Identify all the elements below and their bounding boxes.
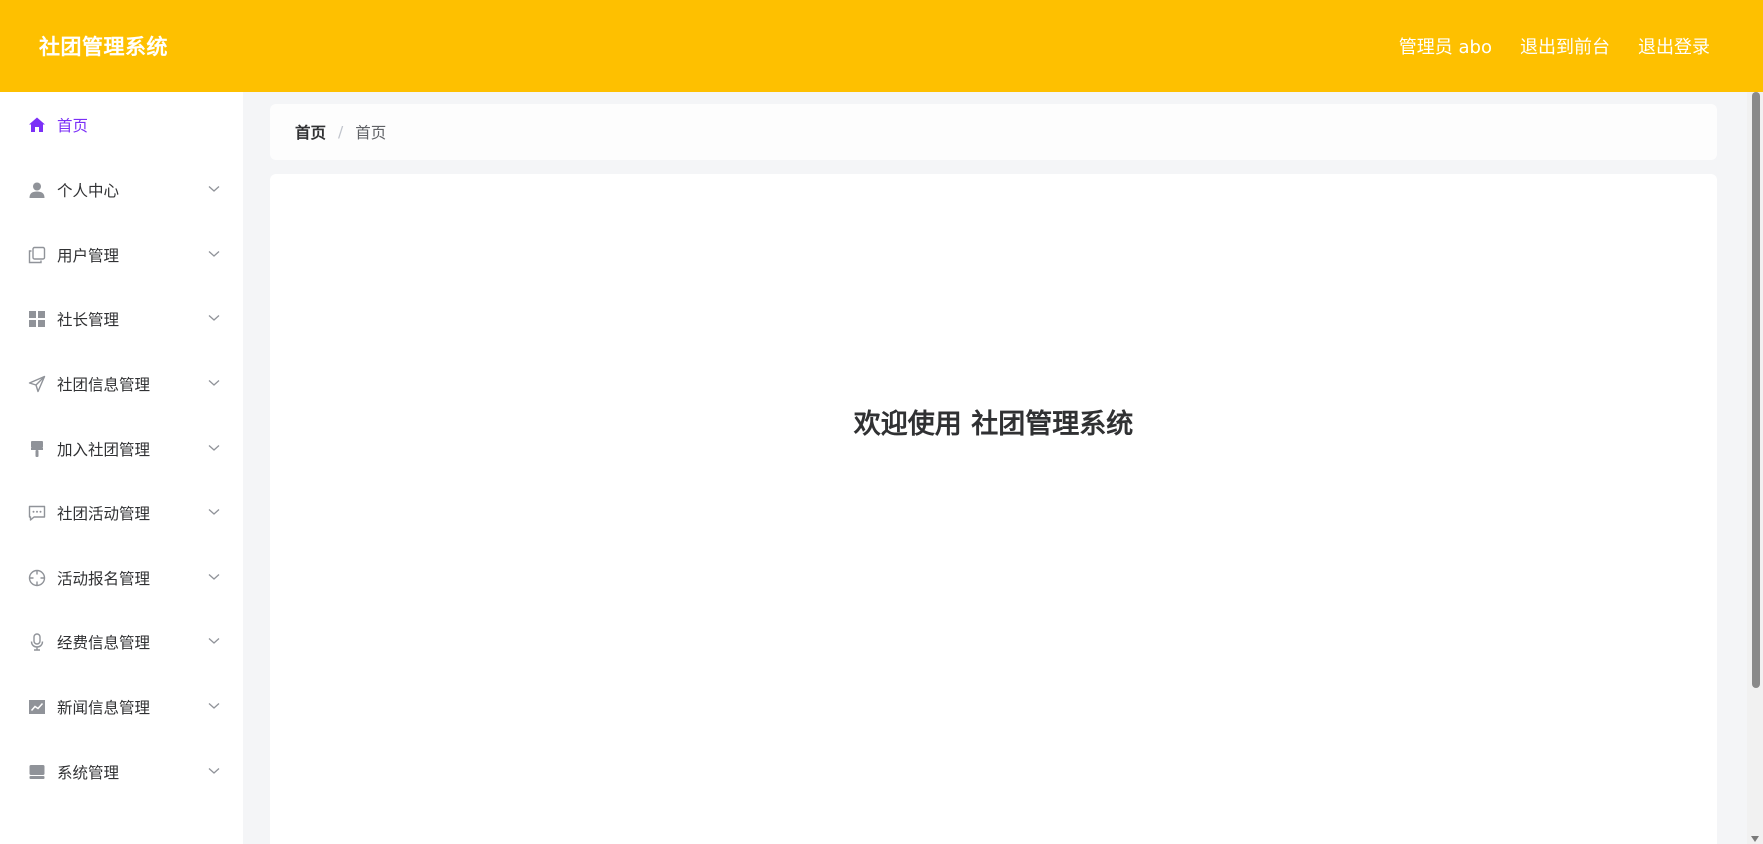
logout-link[interactable]: 退出登录 — [1638, 33, 1710, 59]
sidebar-item-home[interactable]: 首页 — [0, 92, 243, 158]
welcome-message: 欢迎使用 社团管理系统 — [853, 409, 1134, 440]
sidebar-item-funding-info[interactable]: 经费信息管理 — [0, 610, 243, 675]
sidebar-item-club-info[interactable]: 社团信息管理 — [0, 352, 243, 417]
breadcrumb-home-link[interactable]: 首页 — [295, 121, 326, 143]
sidebar-item-label: 首页 — [57, 117, 89, 135]
breadcrumb-current: 首页 — [355, 124, 387, 142]
chevron-down-icon — [207, 505, 221, 519]
send-icon — [27, 374, 47, 394]
sidebar-item-personal-center[interactable]: 个人中心 — [0, 158, 243, 223]
home-icon — [27, 115, 47, 135]
sidebar-item-label: 社团活动管理 — [57, 505, 151, 524]
sidebar-item-user-management[interactable]: 用户管理 — [0, 223, 243, 288]
chevron-down-icon — [207, 764, 221, 778]
admin-user-label: 管理员 abo — [1398, 37, 1492, 58]
crosshair-icon — [27, 568, 47, 588]
chevron-down-icon — [207, 311, 221, 325]
breadcrumb-separator: / — [338, 123, 344, 141]
chevron-down-icon — [207, 182, 221, 196]
sidebar-item-label: 系统管理 — [57, 763, 120, 782]
main-content: 欢迎使用 社团管理系统 — [270, 174, 1717, 844]
sidebar-item-activity-signup[interactable]: 活动报名管理 — [0, 546, 243, 611]
brush-icon — [27, 439, 47, 459]
sidebar-item-news-info[interactable]: 新闻信息管理 — [0, 675, 243, 740]
grid-icon — [27, 309, 47, 329]
monitor-icon — [27, 762, 47, 782]
sidebar-item-label: 用户管理 — [57, 246, 120, 265]
chevron-down-icon — [207, 634, 221, 648]
chevron-down-icon — [207, 699, 221, 713]
sidebar-item-label: 活动报名管理 — [57, 569, 151, 588]
chart-icon — [27, 697, 47, 717]
chevron-down-icon — [207, 441, 221, 455]
sidebar-item-join-club[interactable]: 加入社团管理 — [0, 416, 243, 481]
chat-icon — [27, 503, 47, 523]
sidebar-item-label: 个人中心 — [57, 182, 120, 201]
chevron-down-icon — [207, 570, 221, 584]
sidebar-item-president-management[interactable]: 社长管理 — [0, 287, 243, 352]
sidebar-item-system-management[interactable]: 系统管理 — [0, 739, 243, 804]
sidebar-item-club-activities[interactable]: 社团活动管理 — [0, 481, 243, 546]
sidebar-item-label: 社长管理 — [57, 311, 120, 330]
scrollbar-thumb[interactable] — [1752, 92, 1760, 688]
vertical-scrollbar[interactable] — [1747, 92, 1763, 844]
sidebar-item-label: 新闻信息管理 — [57, 699, 151, 718]
microphone-icon — [27, 632, 47, 652]
chevron-down-icon — [207, 376, 221, 390]
sidebar-item-label: 加入社团管理 — [57, 440, 151, 459]
top-header: 社团管理系统 管理员 abo 退出到前台 退出登录 — [0, 0, 1763, 92]
sidebar-item-label: 社团信息管理 — [57, 376, 151, 395]
header-actions: 管理员 abo 退出到前台 退出登录 — [1399, 33, 1710, 59]
copy-icon — [27, 245, 47, 265]
sidebar-menu: 首页 个人中心 用户管理 社长管理 社团信息管理 加入社团管理 社团活动管理 活… — [0, 92, 243, 844]
sidebar-item-label: 经费信息管理 — [57, 634, 151, 653]
breadcrumb: 首页 / 首页 — [270, 104, 1717, 160]
user-icon — [27, 180, 47, 200]
go-to-front-link[interactable]: 退出到前台 — [1520, 33, 1610, 59]
app-title: 社团管理系统 — [39, 35, 168, 59]
chevron-down-icon — [207, 247, 221, 261]
scroll-down-arrow-icon[interactable] — [1751, 836, 1759, 842]
